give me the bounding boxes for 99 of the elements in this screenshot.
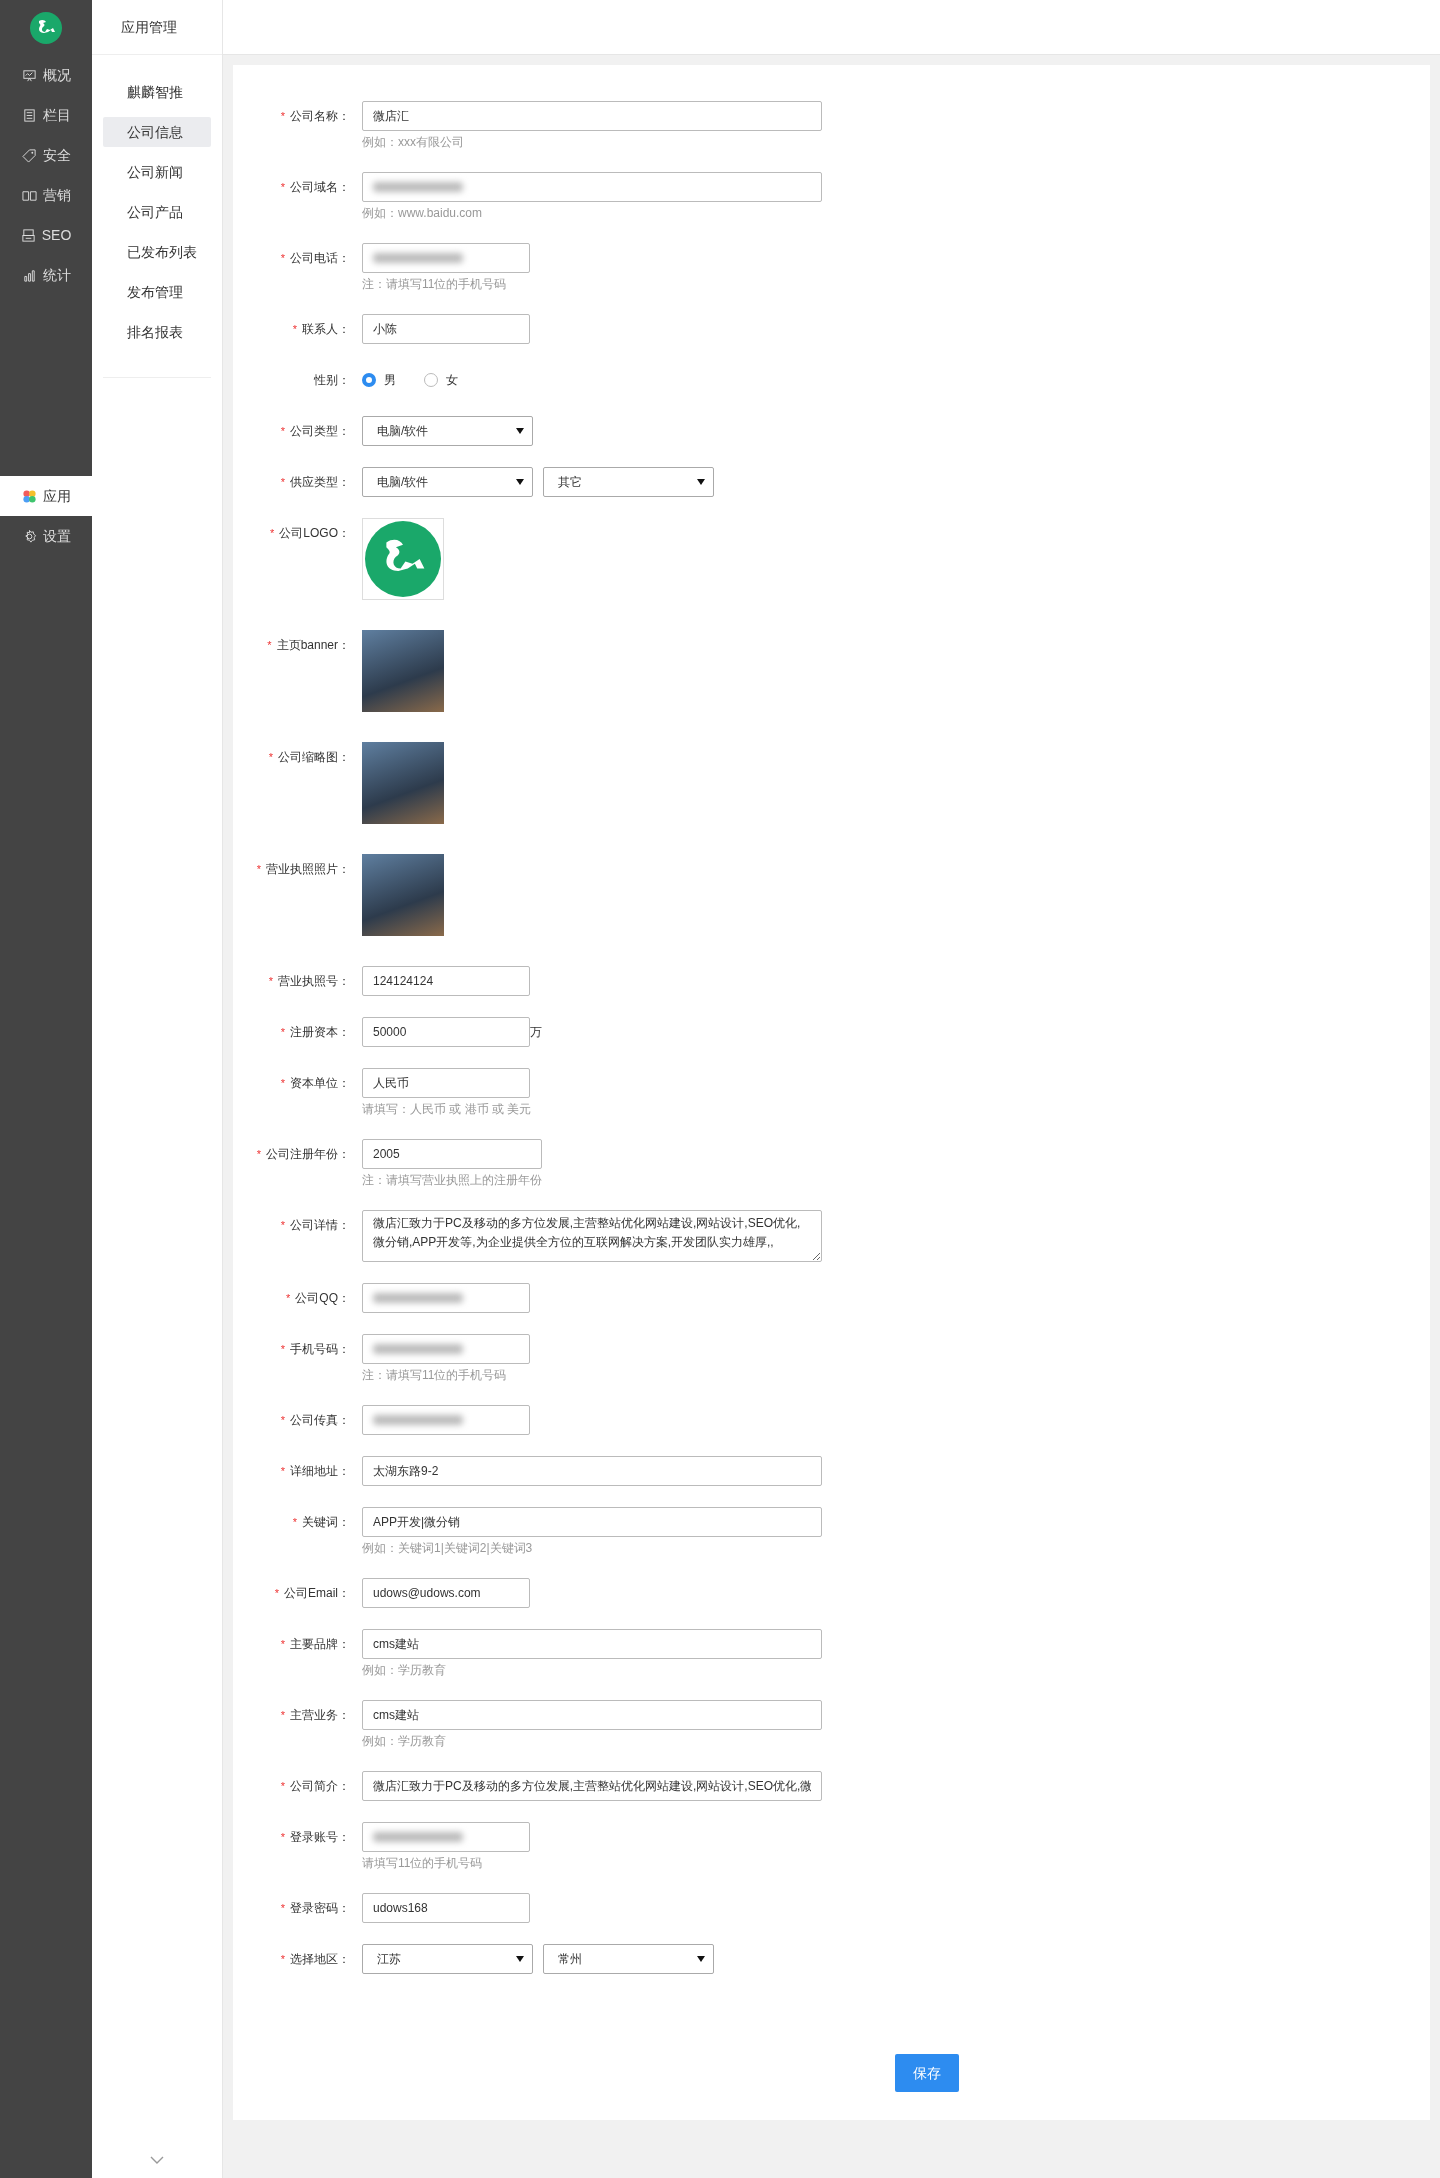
input-field[interactable]: 小陈 — [362, 314, 530, 344]
input-field[interactable] — [362, 172, 822, 202]
field-label: * 公司注册年份： — [255, 1146, 350, 1163]
hint-text: 注：请填写11位的手机号码 — [362, 1367, 508, 1384]
submenu-item[interactable]: 公司新闻 — [103, 157, 211, 187]
nav-item[interactable]: 营销 — [0, 175, 92, 215]
field-label: * 登录密码： — [279, 1900, 350, 1917]
input-field[interactable] — [362, 1822, 530, 1852]
hint-text: 例如：学历教育 — [362, 1662, 447, 1679]
field-label: * 公司传真： — [279, 1412, 350, 1429]
field-label: * 公司电话： — [279, 250, 350, 267]
four-petal-icon — [21, 488, 37, 504]
radio-button[interactable] — [424, 373, 438, 387]
input-field[interactable]: APP开发|微分销 — [362, 1507, 822, 1537]
hint-text: 例如：xxx有限公司 — [362, 134, 465, 151]
select-dropdown[interactable]: 其它 — [543, 467, 714, 497]
radio-label: 女 — [446, 372, 458, 389]
input-field[interactable]: 2005 — [362, 1139, 542, 1169]
submenu-item[interactable]: 已发布列表 — [103, 237, 211, 267]
caret-icon — [516, 479, 524, 485]
input-field[interactable] — [362, 1283, 530, 1313]
input-field[interactable]: 人民币 — [362, 1068, 530, 1098]
radio-button[interactable] — [362, 373, 376, 387]
hint-text: 例如：关键词1|关键词2|关键词3 — [362, 1540, 534, 1557]
hint-text: 请填写11位的手机号码 — [362, 1855, 484, 1872]
printer-icon — [20, 227, 36, 243]
input-field[interactable] — [362, 1334, 530, 1364]
hint-text: 注：请填写营业执照上的注册年份 — [362, 1172, 542, 1189]
input-field[interactable]: 微店汇 — [362, 101, 822, 131]
radio-option[interactable]: 女 — [424, 371, 458, 389]
field-label: * 供应类型： — [279, 474, 350, 491]
input-field[interactable]: 50000 — [362, 1017, 530, 1047]
presentation-board-icon — [21, 67, 37, 83]
field-label: * 手机号码： — [279, 1341, 350, 1358]
field-label: * 营业执照号： — [267, 973, 350, 990]
document-icon — [21, 107, 37, 123]
field-label: * 公司LOGO： — [269, 525, 350, 542]
radio-label: 男 — [384, 372, 396, 389]
select-dropdown[interactable]: 常州 — [543, 1944, 714, 1974]
hint-text: 注：请填写11位的手机号码 — [362, 276, 508, 293]
input-field[interactable]: cms建站 — [362, 1700, 822, 1730]
field-label: * 公司缩略图： — [267, 749, 350, 766]
field-label: * 选择地区： — [279, 1951, 350, 1968]
select-dropdown[interactable]: 电脑/软件 — [362, 416, 533, 446]
field-label: * 注册资本： — [279, 1024, 350, 1041]
submenu-item[interactable]: 发布管理 — [103, 277, 211, 307]
input-field[interactable] — [362, 243, 530, 273]
input-field[interactable]: 124124124 — [362, 966, 530, 996]
bar-chart-icon — [21, 267, 37, 283]
chevron-down-icon[interactable] — [150, 2156, 164, 2164]
field-label: * 公司名称： — [279, 108, 350, 125]
radio-option[interactable]: 男 — [362, 371, 396, 389]
caret-icon — [697, 1956, 705, 1962]
caret-icon — [697, 479, 705, 485]
select-dropdown[interactable]: 江苏 — [362, 1944, 533, 1974]
input-field[interactable]: 太湖东路9-2 — [362, 1456, 822, 1486]
input-field[interactable] — [362, 1405, 530, 1435]
nav-item[interactable]: 应用 — [0, 476, 92, 516]
field-label: * 登录账号： — [279, 1829, 350, 1846]
nav-item[interactable]: 安全 — [0, 135, 92, 175]
field-label: * 联系人： — [291, 321, 350, 338]
field-label: * 主要品牌： — [279, 1636, 350, 1653]
logo-icon — [30, 11, 62, 44]
field-label: * 公司详情： — [279, 1217, 350, 1234]
submenu-item[interactable]: 麒麟智推 — [103, 77, 211, 107]
field-label: * 资本单位： — [279, 1075, 350, 1092]
field-label: * 公司简介： — [279, 1778, 350, 1795]
unit-label: 万 — [530, 1024, 542, 1041]
hint-text: 请填写：人民币 或 港币 或 美元 — [362, 1101, 532, 1118]
submenu-item[interactable]: 公司信息 — [103, 117, 211, 147]
field-label: * 公司QQ： — [285, 1290, 350, 1307]
input-field[interactable]: 微店汇致力于PC及移动的多方位发展,主营整站优化网站建设,网站设计,SEO优化,微 — [362, 1771, 822, 1801]
nav-item[interactable]: 统计 — [0, 255, 92, 295]
field-label: * 关键词： — [291, 1514, 350, 1531]
nav-item[interactable]: 栏目 — [0, 95, 92, 135]
tag-icon — [21, 147, 37, 163]
text-area[interactable]: 微店汇致力于PC及移动的多方位发展,主营整站优化网站建设,网站设计,SEO优化,微分销,APP开发等,为企业提供全方位的互联网解决方案,开发团队实力雄厚,, — [362, 1210, 822, 1262]
submenu-title: 应用管理 — [92, 0, 222, 55]
caret-icon — [516, 1956, 524, 1962]
field-label: * 公司域名： — [279, 179, 350, 196]
field-label: * 主页banner： — [266, 637, 350, 654]
submenu-item[interactable]: 排名报表 — [103, 317, 211, 347]
nav-item[interactable]: 概况 — [0, 55, 92, 95]
nav-item[interactable]: SEO — [0, 215, 92, 255]
input-field[interactable]: udows@udows.com — [362, 1578, 530, 1608]
field-label: * 公司类型： — [279, 423, 350, 440]
input-field[interactable]: cms建站 — [362, 1629, 822, 1659]
field-label: * 公司Email： — [273, 1585, 350, 1602]
submenu-item[interactable]: 公司产品 — [103, 197, 211, 227]
hint-text: 例如：www.baidu.com — [362, 205, 484, 222]
input-field[interactable]: udows168 — [362, 1893, 530, 1923]
field-label: * 详细地址： — [279, 1463, 350, 1480]
nav-item[interactable]: 设置 — [0, 516, 92, 556]
select-dropdown[interactable]: 电脑/软件 — [362, 467, 533, 497]
field-label: * 营业执照照片： — [255, 861, 350, 878]
hint-text: 例如：学历教育 — [362, 1733, 447, 1750]
caret-icon — [516, 428, 524, 434]
field-label: * 主营业务： — [279, 1707, 350, 1724]
field-label: 性别： — [313, 372, 350, 389]
